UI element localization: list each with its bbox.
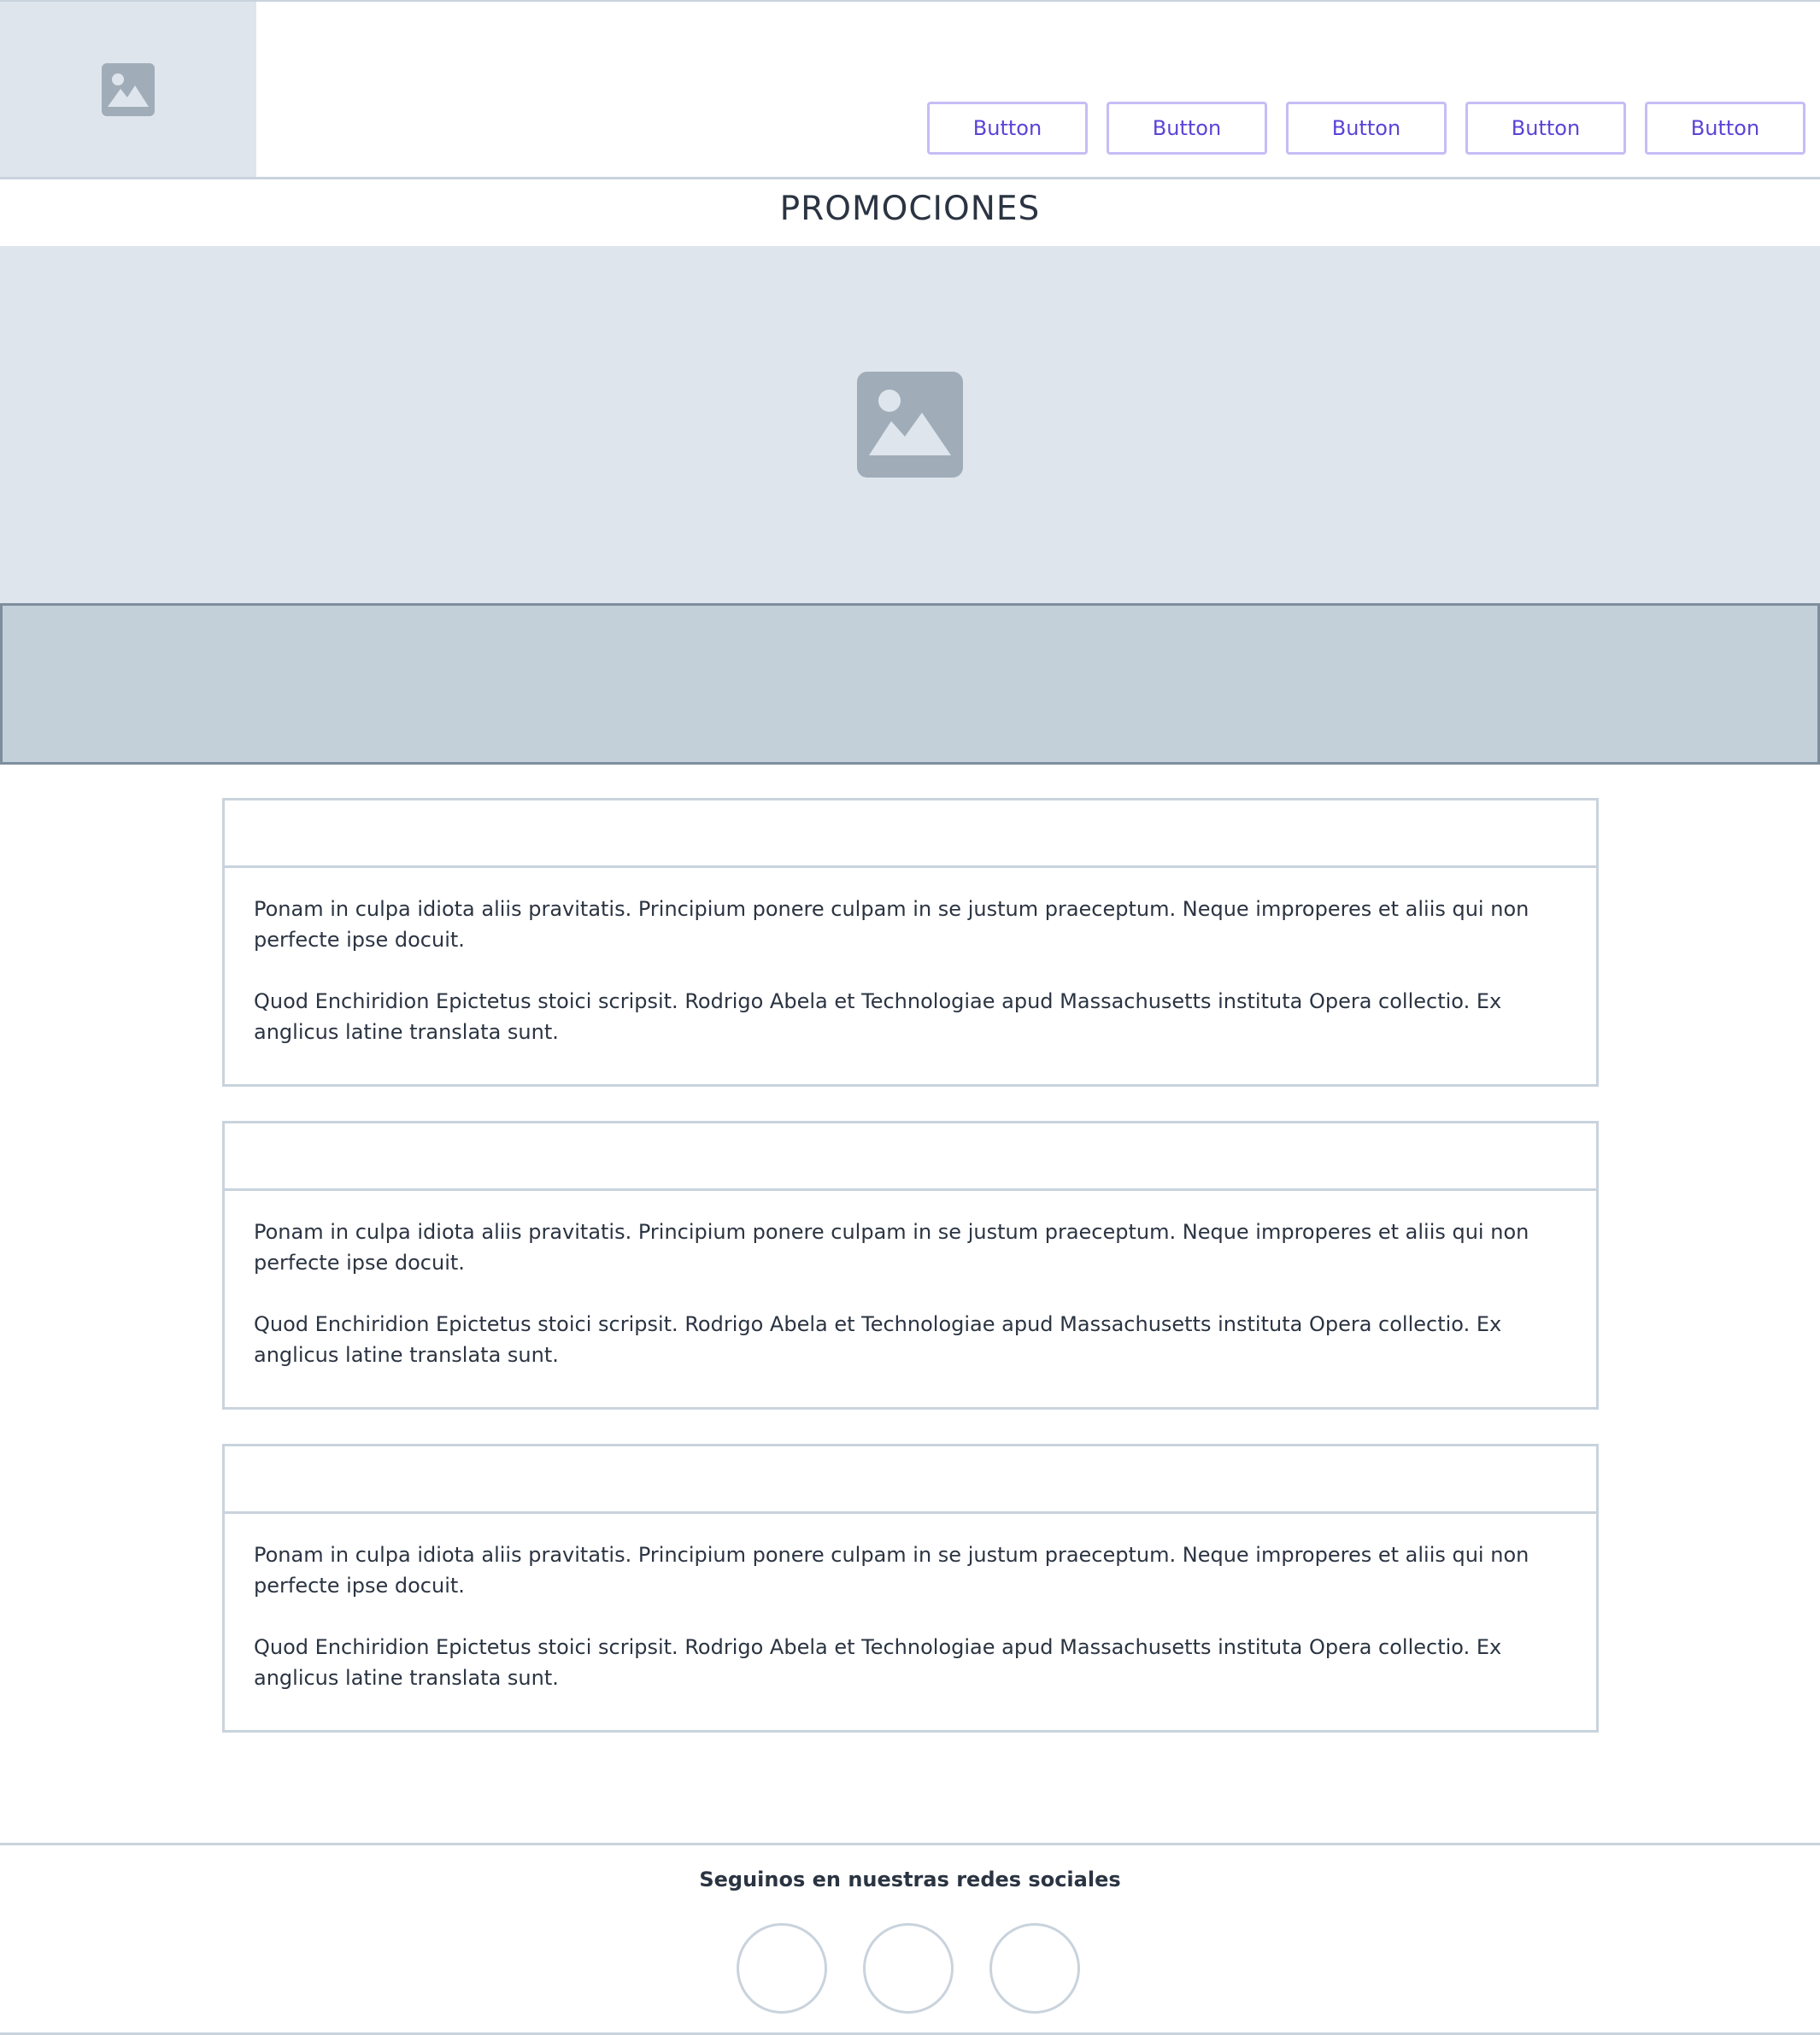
card-body: Ponam in culpa idiota aliis pravitatis. …	[225, 868, 1596, 1047]
nav-button-5[interactable]: Button	[1645, 102, 1805, 155]
promo-card-1: Ponam in culpa idiota aliis pravitatis. …	[222, 798, 1599, 1087]
social-link-2[interactable]	[863, 1923, 954, 2014]
card-header	[225, 801, 1596, 868]
social-link-3[interactable]	[989, 1923, 1080, 2014]
card-paragraph: Ponam in culpa idiota aliis pravitatis. …	[254, 1220, 1529, 1275]
card-body: Ponam in culpa idiota aliis pravitatis. …	[225, 1191, 1596, 1370]
nav-button-2[interactable]: Button	[1107, 102, 1267, 155]
card-paragraph: Quod Enchiridion Epictetus stoici scrips…	[254, 1635, 1502, 1690]
site-footer: Seguinos en nuestras redes sociales	[0, 1843, 1820, 2035]
image-placeholder-icon	[102, 62, 155, 116]
nav-button-1[interactable]: Button	[927, 102, 1088, 155]
site-header: Button Button Button Button Button	[0, 0, 1820, 179]
card-paragraph: Ponam in culpa idiota aliis pravitatis. …	[254, 897, 1529, 952]
logo-placeholder[interactable]	[0, 2, 256, 177]
promo-card-3: Ponam in culpa idiota aliis pravitatis. …	[222, 1444, 1599, 1733]
image-placeholder-icon	[857, 372, 963, 478]
hero-image-placeholder	[0, 246, 1820, 603]
social-link-1[interactable]	[737, 1923, 827, 2014]
main-nav: Button Button Button Button Button	[927, 102, 1805, 155]
card-paragraph: Quod Enchiridion Epictetus stoici scrips…	[254, 1312, 1502, 1367]
card-header	[225, 1446, 1596, 1514]
page-title: PROMOCIONES	[779, 190, 1041, 228]
card-paragraph: Ponam in culpa idiota aliis pravitatis. …	[254, 1543, 1529, 1598]
social-links	[737, 1923, 1080, 2014]
promo-card-2: Ponam in culpa idiota aliis pravitatis. …	[222, 1121, 1599, 1410]
footer-social-title: Seguinos en nuestras redes sociales	[699, 1868, 1121, 1891]
promo-banner	[0, 603, 1820, 765]
card-body: Ponam in culpa idiota aliis pravitatis. …	[225, 1514, 1596, 1693]
nav-button-4[interactable]: Button	[1465, 102, 1626, 155]
card-header	[225, 1123, 1596, 1191]
nav-button-3[interactable]: Button	[1286, 102, 1447, 155]
card-paragraph: Quod Enchiridion Epictetus stoici scrips…	[254, 989, 1502, 1044]
